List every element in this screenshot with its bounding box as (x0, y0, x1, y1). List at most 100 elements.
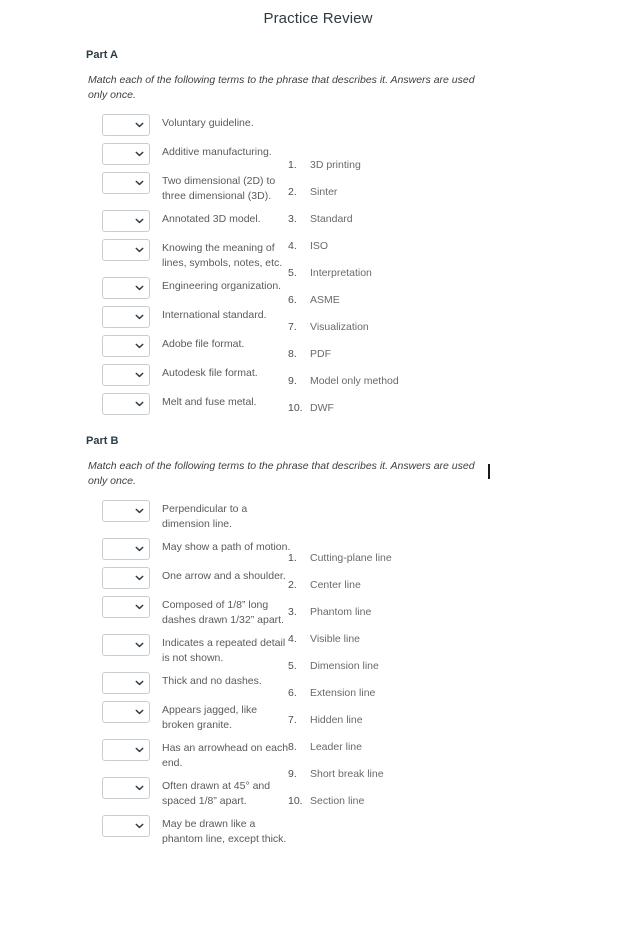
chevron-down-icon (135, 708, 144, 717)
answer-label: Visualization (310, 321, 369, 333)
chevron-down-icon (135, 746, 144, 755)
answer-select-dropdown[interactable] (102, 500, 150, 522)
answer-bank-item: 4. Visible line (288, 632, 488, 646)
term-label: International standard. (162, 309, 267, 321)
term-row: Thick and no dashes. (102, 671, 292, 694)
answer-bank-item: 10. DWF (288, 401, 488, 415)
answer-bank-item: 1. 3D printing (288, 158, 488, 172)
answer-number: 6. (288, 687, 297, 699)
term-row: Appears jagged, like broken granite. (102, 700, 292, 732)
answer-number: 4. (288, 240, 297, 252)
term-row: International standard. (102, 305, 292, 328)
answer-number: 5. (288, 267, 297, 279)
answer-select-dropdown[interactable] (102, 596, 150, 618)
term-row: Adobe file format. (102, 334, 292, 357)
term-label: Additive manufacturing. (162, 146, 272, 158)
answer-select-dropdown[interactable] (102, 210, 150, 232)
answer-bank-item: 9. Short break line (288, 767, 488, 781)
chevron-down-icon (135, 574, 144, 583)
answer-bank-item: 2. Sinter (288, 185, 488, 199)
answer-number: 8. (288, 348, 297, 360)
term-label: May show a path of motion. (162, 541, 291, 553)
answer-select-dropdown[interactable] (102, 114, 150, 136)
term-label: Engineering organization. (162, 280, 282, 292)
answer-number: 8. (288, 741, 297, 753)
answer-number: 4. (288, 633, 297, 645)
answer-bank-item: 6. ASME (288, 293, 488, 307)
term-label: Perpendicular to a dimension line. (162, 503, 248, 530)
answer-bank-item: 3. Standard (288, 212, 488, 226)
answer-number: 10. (288, 795, 303, 807)
chevron-down-icon (135, 679, 144, 688)
answer-label: Interpretation (310, 267, 372, 279)
chevron-down-icon (135, 313, 144, 322)
term-label: Annotated 3D model. (162, 213, 261, 225)
answer-select-dropdown[interactable] (102, 567, 150, 589)
answer-label: Extension line (310, 687, 376, 699)
term-row: One arrow and a shoulder. (102, 566, 292, 589)
term-row: Melt and fuse metal. (102, 392, 292, 415)
answer-bank-item: 5. Dimension line (288, 659, 488, 673)
answer-label: Hidden line (310, 714, 363, 726)
answer-select-dropdown[interactable] (102, 364, 150, 386)
term-row: Knowing the meaning of lines, symbols, n… (102, 238, 292, 270)
answer-label: Short break line (310, 768, 384, 780)
answer-label: Standard (310, 213, 353, 225)
answer-number: 6. (288, 294, 297, 306)
chevron-down-icon (135, 217, 144, 226)
answer-bank-item: 5. Interpretation (288, 266, 488, 280)
part-instructions-b: Match each of the following terms to the… (88, 460, 475, 487)
answer-number: 7. (288, 714, 297, 726)
part-section-b: Part B Match each of the following terms… (0, 434, 636, 846)
term-row: Has an arrowhead on each end. (102, 738, 292, 770)
chevron-down-icon (135, 284, 144, 293)
answer-label: Model only method (310, 375, 399, 387)
term-row: Annotated 3D model. (102, 209, 292, 232)
answer-bank-item: 2. Center line (288, 578, 488, 592)
chevron-down-icon (135, 400, 144, 409)
answer-select-dropdown[interactable] (102, 143, 150, 165)
term-label: Indicates a repeated detail is not shown… (162, 637, 286, 664)
answer-bank-item: 8. PDF (288, 347, 488, 361)
chevron-down-icon (135, 150, 144, 159)
answer-bank-a: 1. 3D printing 2. Sinter 3. Standard 4. ISO 5. In… (288, 158, 488, 428)
term-row: May be drawn like a phantom line, except… (102, 814, 292, 846)
answer-select-dropdown[interactable] (102, 701, 150, 723)
answer-bank-item: 4. ISO (288, 239, 488, 253)
answer-number: 1. (288, 552, 297, 564)
answer-select-dropdown[interactable] (102, 393, 150, 415)
answer-label: DWF (310, 402, 334, 414)
answer-select-dropdown[interactable] (102, 538, 150, 560)
chevron-down-icon (135, 822, 144, 831)
term-label: Autodesk file format. (162, 367, 258, 379)
answer-label: Dimension line (310, 660, 379, 672)
answer-bank-b: 1. Cutting-plane line 2. Center line 3. Phant… (288, 551, 488, 821)
chevron-down-icon (135, 121, 144, 130)
answer-number: 5. (288, 660, 297, 672)
answer-select-dropdown[interactable] (102, 777, 150, 799)
answer-select-dropdown[interactable] (102, 815, 150, 837)
answer-select-dropdown[interactable] (102, 172, 150, 194)
answer-select-dropdown[interactable] (102, 239, 150, 261)
term-label: Two dimensional (2D) to three dimensiona… (162, 175, 276, 202)
answer-bank-item: 6. Extension line (288, 686, 488, 700)
answer-select-dropdown[interactable] (102, 672, 150, 694)
term-row: Perpendicular to a dimension line. (102, 499, 292, 531)
answer-number: 9. (288, 375, 297, 387)
answer-bank-item: 7. Visualization (288, 320, 488, 334)
answer-label: Phantom line (310, 606, 372, 618)
answer-label: ASME (310, 294, 340, 306)
answer-select-dropdown[interactable] (102, 335, 150, 357)
answer-select-dropdown[interactable] (102, 277, 150, 299)
matching-block-a: Voluntary guideline. Additive manufacturi… (0, 113, 636, 415)
answer-number: 7. (288, 321, 297, 333)
chevron-down-icon (135, 641, 144, 650)
answer-label: 3D printing (310, 159, 361, 171)
page-title: Practice Review (263, 10, 373, 27)
part-instructions-a: Match each of the following terms to the… (88, 74, 475, 101)
answer-select-dropdown[interactable] (102, 634, 150, 656)
answer-select-dropdown[interactable] (102, 739, 150, 761)
chevron-down-icon (135, 371, 144, 380)
answer-select-dropdown[interactable] (102, 306, 150, 328)
chevron-down-icon (135, 342, 144, 351)
